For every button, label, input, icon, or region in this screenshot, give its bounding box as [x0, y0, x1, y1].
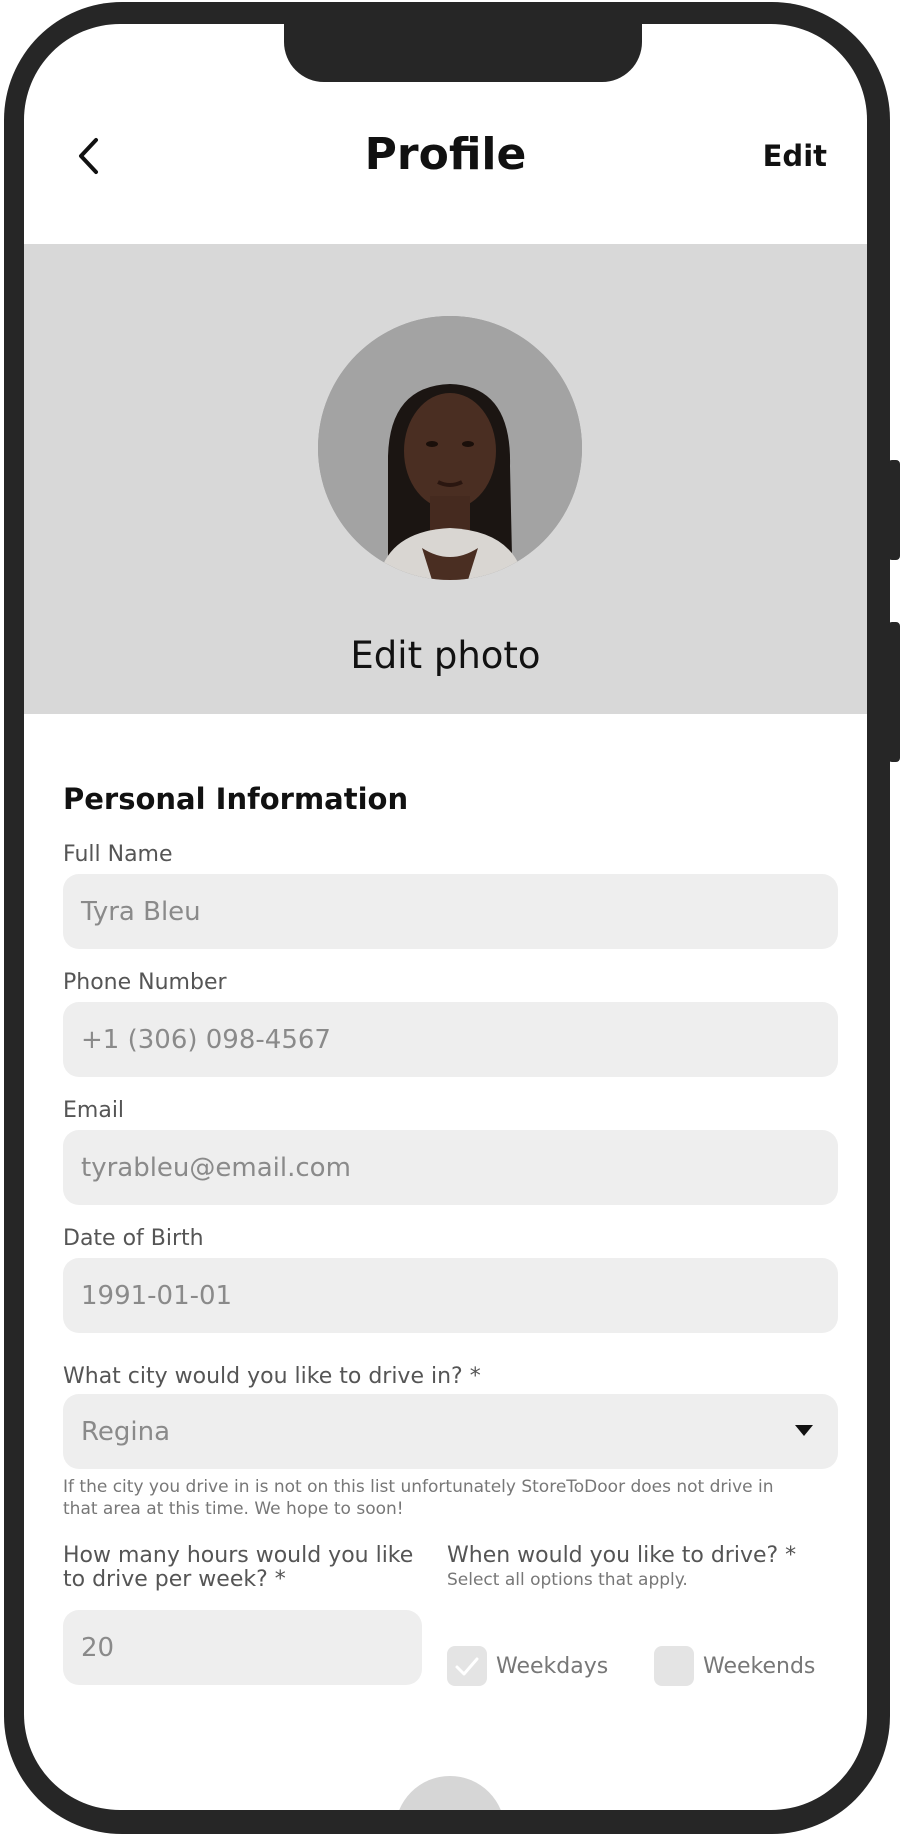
weekends-checkbox[interactable] [654, 1646, 694, 1686]
screen: Profile Edit Edit photo Personal Informa… [24, 24, 867, 1810]
when-sublabel: Select all options that apply. [447, 1570, 688, 1590]
city-help-line-2: that area at this time. We hope to soon! [63, 1499, 404, 1519]
profile-photo-section: Edit photo [24, 244, 867, 714]
notch [284, 24, 642, 82]
weekends-label: Weekends [703, 1654, 816, 1679]
side-button-upper [888, 460, 900, 560]
hours-field[interactable]: 20 [63, 1610, 422, 1685]
city-help-line-1: If the city you drive in is not on this … [63, 1477, 774, 1497]
section-title: Personal Information [63, 782, 409, 816]
city-selected-value: Regina [81, 1416, 171, 1447]
phone-label: Phone Number [63, 970, 227, 995]
when-label: When would you like to drive? * [447, 1543, 797, 1568]
side-button-lower [888, 622, 900, 762]
edit-button[interactable]: Edit [763, 139, 827, 173]
full-name-label: Full Name [63, 842, 173, 867]
avatar[interactable] [318, 316, 582, 580]
hours-label-line-1: How many hours would you like [63, 1543, 414, 1568]
city-help-text: If the city you drive in is not on this … [63, 1476, 843, 1520]
checkmark-icon [455, 1657, 479, 1676]
edit-photo-button[interactable]: Edit photo [24, 634, 867, 677]
weekdays-label: Weekdays [496, 1654, 609, 1679]
phone-field[interactable]: +1 (306) 098-4567 [63, 1002, 838, 1077]
dob-label: Date of Birth [63, 1226, 204, 1251]
hours-label: How many hours would you like to drive p… [63, 1544, 413, 1592]
email-label: Email [63, 1098, 125, 1123]
city-select[interactable]: Regina [63, 1394, 838, 1469]
dob-field[interactable]: 1991-01-01 [63, 1258, 838, 1333]
email-field[interactable]: tyrableu@email.com [63, 1130, 838, 1205]
home-button[interactable] [395, 1776, 505, 1810]
weekdays-checkbox[interactable] [447, 1646, 487, 1686]
caret-down-icon [795, 1425, 813, 1436]
city-label: What city would you like to drive in? * [63, 1364, 481, 1389]
full-name-field[interactable]: Tyra Bleu [63, 874, 838, 949]
page-title: Profile [364, 129, 527, 180]
hours-label-line-2: to drive per week? * [63, 1567, 286, 1592]
header: Profile Edit [24, 119, 867, 199]
avatar-portrait-image [318, 316, 582, 580]
